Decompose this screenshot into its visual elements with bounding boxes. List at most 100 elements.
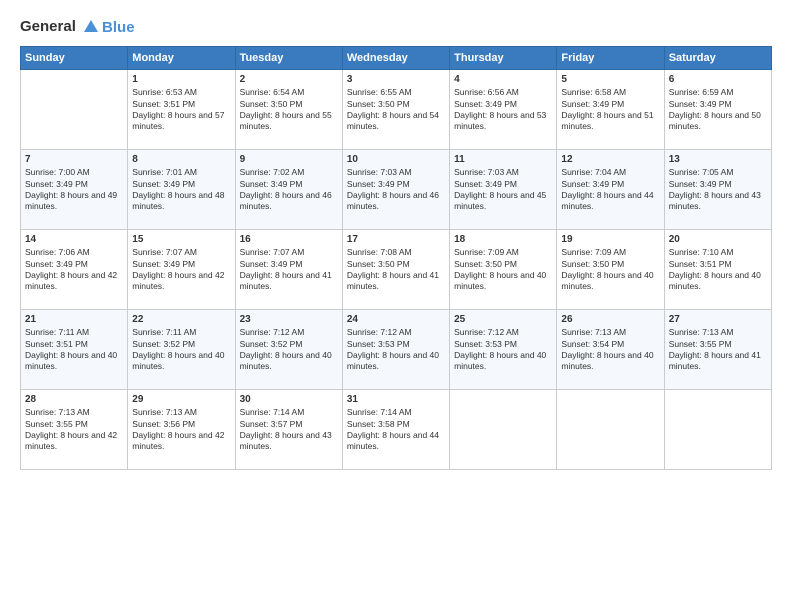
day-cell: 12 Sunrise: 7:04 AMSunset: 3:49 PMDayligh… bbox=[557, 150, 664, 230]
cell-content: Sunrise: 7:13 AMSunset: 3:55 PMDaylight:… bbox=[25, 407, 123, 453]
day-number: 8 bbox=[132, 154, 230, 165]
day-cell: 14 Sunrise: 7:06 AMSunset: 3:49 PMDayligh… bbox=[21, 230, 128, 310]
day-cell: 13 Sunrise: 7:05 AMSunset: 3:49 PMDayligh… bbox=[664, 150, 771, 230]
day-number: 3 bbox=[347, 74, 445, 85]
cell-content: Sunrise: 7:12 AMSunset: 3:53 PMDaylight:… bbox=[454, 327, 552, 373]
day-number: 22 bbox=[132, 314, 230, 325]
week-row-1: 1Sunrise: 6:53 AMSunset: 3:51 PMDaylight… bbox=[21, 70, 772, 150]
day-cell: 9 Sunrise: 7:02 AMSunset: 3:49 PMDaylight… bbox=[235, 150, 342, 230]
cell-content: Sunrise: 7:10 AMSunset: 3:51 PMDaylight:… bbox=[669, 247, 767, 293]
cell-content: Sunrise: 7:01 AMSunset: 3:49 PMDaylight:… bbox=[132, 167, 230, 213]
cell-content: Sunrise: 7:14 AMSunset: 3:57 PMDaylight:… bbox=[240, 407, 338, 453]
day-number: 20 bbox=[669, 234, 767, 245]
cell-content: Sunrise: 7:03 AMSunset: 3:49 PMDaylight:… bbox=[454, 167, 552, 213]
cell-content: Sunrise: 6:53 AMSunset: 3:51 PMDaylight:… bbox=[132, 87, 230, 133]
logo-icon bbox=[82, 18, 100, 36]
header-cell-saturday: Saturday bbox=[664, 47, 771, 70]
day-number: 10 bbox=[347, 154, 445, 165]
header-cell-friday: Friday bbox=[557, 47, 664, 70]
day-number: 26 bbox=[561, 314, 659, 325]
cell-content: Sunrise: 7:09 AMSunset: 3:50 PMDaylight:… bbox=[454, 247, 552, 293]
cell-content: Sunrise: 6:54 AMSunset: 3:50 PMDaylight:… bbox=[240, 87, 338, 133]
day-cell: 2 Sunrise: 6:54 AMSunset: 3:50 PMDaylight… bbox=[235, 70, 342, 150]
day-cell: 16Sunrise: 7:07 AMSunset: 3:49 PMDayligh… bbox=[235, 230, 342, 310]
week-row-4: 21 Sunrise: 7:11 AMSunset: 3:51 PMDayligh… bbox=[21, 310, 772, 390]
day-cell: 11Sunrise: 7:03 AMSunset: 3:49 PMDayligh… bbox=[450, 150, 557, 230]
day-number: 12 bbox=[561, 154, 659, 165]
day-cell: 22 Sunrise: 7:11 AMSunset: 3:52 PMDayligh… bbox=[128, 310, 235, 390]
cell-content: Sunrise: 6:55 AMSunset: 3:50 PMDaylight:… bbox=[347, 87, 445, 133]
cell-content: Sunrise: 7:04 AMSunset: 3:49 PMDaylight:… bbox=[561, 167, 659, 213]
cell-content: Sunrise: 6:56 AMSunset: 3:49 PMDaylight:… bbox=[454, 87, 552, 133]
cell-content: Sunrise: 7:05 AMSunset: 3:49 PMDaylight:… bbox=[669, 167, 767, 213]
day-number: 25 bbox=[454, 314, 552, 325]
day-number: 7 bbox=[25, 154, 123, 165]
day-cell bbox=[664, 390, 771, 470]
day-cell: 27 Sunrise: 7:13 AMSunset: 3:55 PMDayligh… bbox=[664, 310, 771, 390]
day-cell: 30 Sunrise: 7:14 AMSunset: 3:57 PMDayligh… bbox=[235, 390, 342, 470]
day-cell: 8 Sunrise: 7:01 AMSunset: 3:49 PMDaylight… bbox=[128, 150, 235, 230]
header-cell-thursday: Thursday bbox=[450, 47, 557, 70]
day-cell: 10 Sunrise: 7:03 AMSunset: 3:49 PMDayligh… bbox=[342, 150, 449, 230]
cell-content: Sunrise: 7:06 AMSunset: 3:49 PMDaylight:… bbox=[25, 247, 123, 293]
calendar-table: SundayMondayTuesdayWednesdayThursdayFrid… bbox=[20, 46, 772, 470]
day-cell: 26Sunrise: 7:13 AMSunset: 3:54 PMDayligh… bbox=[557, 310, 664, 390]
day-cell: 1Sunrise: 6:53 AMSunset: 3:51 PMDaylight… bbox=[128, 70, 235, 150]
cell-content: Sunrise: 7:07 AMSunset: 3:49 PMDaylight:… bbox=[132, 247, 230, 293]
day-number: 23 bbox=[240, 314, 338, 325]
week-row-2: 7 Sunrise: 7:00 AMSunset: 3:49 PMDaylight… bbox=[21, 150, 772, 230]
logo-blue: Blue bbox=[102, 19, 135, 36]
day-cell: 5 Sunrise: 6:58 AMSunset: 3:49 PMDaylight… bbox=[557, 70, 664, 150]
day-number: 6 bbox=[669, 74, 767, 85]
day-cell: 15 Sunrise: 7:07 AMSunset: 3:49 PMDayligh… bbox=[128, 230, 235, 310]
day-number: 13 bbox=[669, 154, 767, 165]
cell-content: Sunrise: 7:12 AMSunset: 3:53 PMDaylight:… bbox=[347, 327, 445, 373]
day-number: 29 bbox=[132, 394, 230, 405]
day-number: 9 bbox=[240, 154, 338, 165]
day-number: 17 bbox=[347, 234, 445, 245]
header-cell-monday: Monday bbox=[128, 47, 235, 70]
day-cell: 31 Sunrise: 7:14 AMSunset: 3:58 PMDayligh… bbox=[342, 390, 449, 470]
day-number: 4 bbox=[454, 74, 552, 85]
day-cell: 20 Sunrise: 7:10 AMSunset: 3:51 PMDayligh… bbox=[664, 230, 771, 310]
day-number: 21 bbox=[25, 314, 123, 325]
week-row-5: 28 Sunrise: 7:13 AMSunset: 3:55 PMDayligh… bbox=[21, 390, 772, 470]
day-cell: 7 Sunrise: 7:00 AMSunset: 3:49 PMDaylight… bbox=[21, 150, 128, 230]
day-number: 27 bbox=[669, 314, 767, 325]
day-cell bbox=[557, 390, 664, 470]
day-cell: 18 Sunrise: 7:09 AMSunset: 3:50 PMDayligh… bbox=[450, 230, 557, 310]
day-cell: 28 Sunrise: 7:13 AMSunset: 3:55 PMDayligh… bbox=[21, 390, 128, 470]
header-row: SundayMondayTuesdayWednesdayThursdayFrid… bbox=[21, 47, 772, 70]
cell-content: Sunrise: 7:11 AMSunset: 3:52 PMDaylight:… bbox=[132, 327, 230, 373]
week-row-3: 14 Sunrise: 7:06 AMSunset: 3:49 PMDayligh… bbox=[21, 230, 772, 310]
cell-content: Sunrise: 7:11 AMSunset: 3:51 PMDaylight:… bbox=[25, 327, 123, 373]
header-cell-sunday: Sunday bbox=[21, 47, 128, 70]
header-cell-tuesday: Tuesday bbox=[235, 47, 342, 70]
logo: General Blue bbox=[20, 18, 135, 36]
cell-content: Sunrise: 6:58 AMSunset: 3:49 PMDaylight:… bbox=[561, 87, 659, 133]
cell-content: Sunrise: 7:09 AMSunset: 3:50 PMDaylight:… bbox=[561, 247, 659, 293]
day-cell: 21 Sunrise: 7:11 AMSunset: 3:51 PMDayligh… bbox=[21, 310, 128, 390]
day-cell: 24Sunrise: 7:12 AMSunset: 3:53 PMDayligh… bbox=[342, 310, 449, 390]
header: General Blue bbox=[20, 18, 772, 36]
cell-content: Sunrise: 7:12 AMSunset: 3:52 PMDaylight:… bbox=[240, 327, 338, 373]
day-number: 2 bbox=[240, 74, 338, 85]
day-number: 28 bbox=[25, 394, 123, 405]
cell-content: Sunrise: 7:02 AMSunset: 3:49 PMDaylight:… bbox=[240, 167, 338, 213]
day-number: 14 bbox=[25, 234, 123, 245]
cell-content: Sunrise: 7:00 AMSunset: 3:49 PMDaylight:… bbox=[25, 167, 123, 213]
cell-content: Sunrise: 7:03 AMSunset: 3:49 PMDaylight:… bbox=[347, 167, 445, 213]
cell-content: Sunrise: 7:14 AMSunset: 3:58 PMDaylight:… bbox=[347, 407, 445, 453]
day-number: 31 bbox=[347, 394, 445, 405]
page: General Blue SundayMondayTuesdayWednesda… bbox=[0, 0, 792, 612]
cell-content: Sunrise: 7:13 AMSunset: 3:55 PMDaylight:… bbox=[669, 327, 767, 373]
day-number: 5 bbox=[561, 74, 659, 85]
day-cell: 23 Sunrise: 7:12 AMSunset: 3:52 PMDayligh… bbox=[235, 310, 342, 390]
day-number: 30 bbox=[240, 394, 338, 405]
day-number: 16 bbox=[240, 234, 338, 245]
day-number: 18 bbox=[454, 234, 552, 245]
day-number: 15 bbox=[132, 234, 230, 245]
day-cell: 4 Sunrise: 6:56 AMSunset: 3:49 PMDaylight… bbox=[450, 70, 557, 150]
cell-content: Sunrise: 6:59 AMSunset: 3:49 PMDaylight:… bbox=[669, 87, 767, 133]
day-cell: 29Sunrise: 7:13 AMSunset: 3:56 PMDayligh… bbox=[128, 390, 235, 470]
